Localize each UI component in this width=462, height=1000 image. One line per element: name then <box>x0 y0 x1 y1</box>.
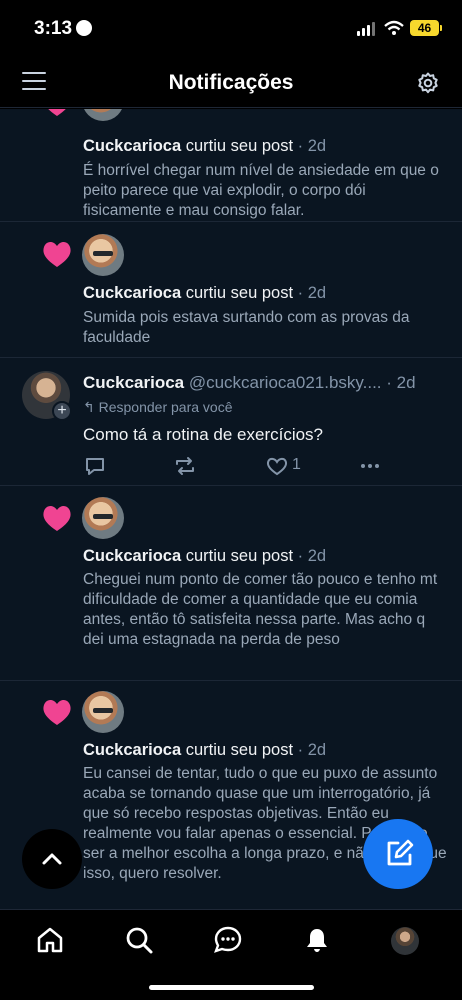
status-time: 3:13 <box>34 18 73 39</box>
heart-icon <box>48 109 66 116</box>
user-handle: @cuckcarioca021.bsky.... <box>184 373 382 392</box>
notification-action: curtiu seu post <box>181 741 294 759</box>
user-name[interactable]: Cuckcarioca <box>83 373 184 392</box>
like-count: 1 <box>292 456 301 473</box>
battery-nub <box>440 25 442 31</box>
chevron-up-icon <box>42 853 62 865</box>
notification-summary: Cuckcarioca curtiu seu post · 2d <box>83 137 326 156</box>
notification-action: curtiu seu post <box>181 547 294 565</box>
reply-target-note: ↰ Responder para você <box>83 399 233 415</box>
notification-age: · 2d <box>293 741 327 759</box>
notifications-bell-icon[interactable] <box>302 925 332 955</box>
reply-text: Como tá a rotina de exercícios? <box>83 425 324 444</box>
more-icon[interactable] <box>358 454 382 478</box>
notification-item[interactable]: Cuckcarioca curtiu seu post · 2d Sumida … <box>0 222 462 358</box>
compose-icon <box>387 839 414 866</box>
user-name[interactable]: Cuckcarioca <box>83 741 181 759</box>
notification-summary: Cuckcarioca curtiu seu post · 2d <box>83 284 326 303</box>
search-icon[interactable] <box>124 925 154 955</box>
status-bar: 3:13 46 <box>0 0 462 58</box>
avatar[interactable] <box>82 497 124 539</box>
post-preview: Sumida pois estava surtando com as prova… <box>83 309 410 346</box>
notification-action: curtiu seu post <box>181 137 294 155</box>
heart-icon <box>43 505 71 531</box>
top-header: Notificações <box>0 58 462 108</box>
post-actions: 1 <box>83 454 383 478</box>
chat-icon[interactable] <box>213 925 243 955</box>
post-preview: É horrível chegar num nível de ansiedade… <box>83 162 439 219</box>
notification-item[interactable]: Cuckcarioca curtiu seu post · 2d Cheguei… <box>0 486 462 681</box>
heart-icon <box>43 241 71 267</box>
notification-item[interactable]: Cuckcarioca curtiu seu post · 2d É horrí… <box>0 109 462 222</box>
reply-age: · 2d <box>381 373 416 392</box>
reply-header: Cuckcarioca @cuckcarioca021.bsky.... · 2… <box>83 373 416 393</box>
heart-icon <box>43 699 71 725</box>
settings-gear-icon[interactable] <box>416 71 440 95</box>
scroll-top-button[interactable] <box>22 829 82 889</box>
page-title: Notificações <box>168 71 294 94</box>
like-icon[interactable] <box>265 454 289 478</box>
home-icon[interactable] <box>35 925 65 955</box>
notification-action: curtiu seu post <box>181 284 294 302</box>
wifi-icon <box>384 20 404 35</box>
avatar[interactable] <box>82 691 124 733</box>
avatar[interactable] <box>82 234 124 276</box>
notification-summary: Cuckcarioca curtiu seu post · 2d <box>83 547 326 566</box>
repost-icon[interactable] <box>173 454 197 478</box>
notification-summary: Cuckcarioca curtiu seu post · 2d <box>83 741 326 760</box>
follow-plus-icon[interactable]: + <box>52 401 72 421</box>
user-name[interactable]: Cuckcarioca <box>83 284 181 302</box>
user-name[interactable]: Cuckcarioca <box>83 137 181 155</box>
post-preview: Cheguei num ponto de comer tão pouco e t… <box>83 571 438 648</box>
notification-age: · 2d <box>293 547 327 565</box>
battery-level: 46 <box>410 20 439 36</box>
notifications-feed: Cuckcarioca curtiu seu post · 2d É horrí… <box>0 109 462 909</box>
notification-age: · 2d <box>293 284 327 302</box>
comment-icon[interactable] <box>83 454 107 478</box>
user-name[interactable]: Cuckcarioca <box>83 547 181 565</box>
profile-avatar[interactable] <box>391 927 419 955</box>
home-indicator <box>149 985 314 990</box>
compose-button[interactable] <box>363 819 433 889</box>
reply-notification[interactable]: + Cuckcarioca @cuckcarioca021.bsky.... ·… <box>0 358 462 486</box>
cellular-signal-icon <box>357 22 375 36</box>
focus-face-icon <box>76 20 92 36</box>
avatar[interactable] <box>82 109 124 121</box>
notification-age: · 2d <box>293 137 327 155</box>
